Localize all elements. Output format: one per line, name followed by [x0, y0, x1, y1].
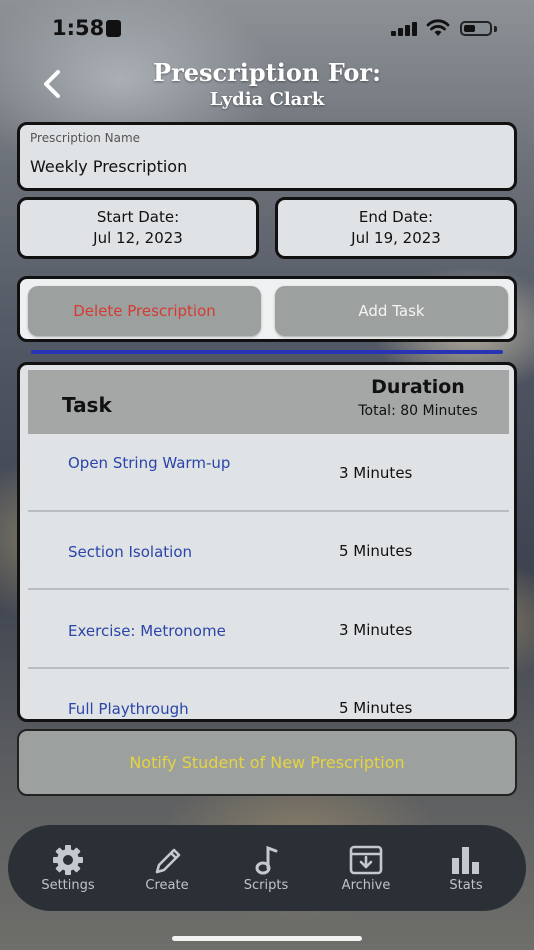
tab-bar: Settings Create Scripts Archive Stats	[8, 825, 526, 911]
table-row[interactable]: Full Playthrough 5 Minutes	[28, 669, 509, 719]
prescription-name-input[interactable]	[30, 157, 490, 176]
tab-stats[interactable]: Stats	[416, 825, 516, 911]
task-duration: 3 Minutes	[339, 464, 413, 482]
home-indicator[interactable]	[172, 936, 362, 941]
notify-student-button[interactable]: Notify Student of New Prescription	[17, 729, 517, 796]
start-date-value: Jul 12, 2023	[93, 229, 183, 247]
tab-scripts[interactable]: Scripts	[216, 825, 316, 911]
end-date-label: End Date:	[358, 208, 434, 226]
duration-column-header: Duration	[371, 376, 465, 398]
gear-icon	[53, 845, 83, 875]
music-note-icon	[255, 845, 278, 875]
tab-label: Scripts	[243, 878, 289, 893]
tab-label: Create	[145, 878, 189, 893]
prescription-name-field[interactable]: Prescription Name	[17, 122, 517, 191]
action-bar: Delete Prescription Add Task	[17, 276, 517, 342]
status-bar: 1:58	[0, 0, 534, 58]
table-row[interactable]: Exercise: Metronome 3 Minutes	[28, 591, 509, 669]
battery-cap	[494, 26, 497, 32]
table-row[interactable]: Section Isolation 5 Minutes	[28, 512, 509, 590]
delete-prescription-button[interactable]: Delete Prescription	[28, 286, 261, 336]
pencil-icon	[155, 848, 181, 874]
total-duration: Total: 80 Minutes	[358, 403, 478, 419]
rotation-lock-icon	[106, 20, 121, 37]
task-duration: 5 Minutes	[339, 542, 413, 560]
start-date-label: Start Date:	[96, 208, 180, 226]
task-duration: 3 Minutes	[339, 621, 413, 639]
tab-label: Settings	[41, 878, 95, 893]
table-header: Task Duration Total: 80 Minutes	[28, 370, 509, 434]
task-name[interactable]: Open String Warm-up	[68, 453, 258, 473]
tab-settings[interactable]: Settings	[18, 825, 118, 911]
status-time: 1:58	[52, 16, 105, 40]
end-date-value: Jul 19, 2023	[351, 229, 441, 247]
tab-create[interactable]: Create	[117, 825, 217, 911]
wifi-icon	[426, 19, 450, 36]
page-title: Prescription For:	[153, 58, 381, 87]
start-date-picker[interactable]: Start Date: Jul 12, 2023	[17, 197, 259, 259]
tab-label: Stats	[449, 878, 483, 893]
student-name: Lydia Clark	[209, 89, 325, 110]
archive-box-icon	[349, 845, 383, 875]
add-task-button[interactable]: Add Task	[275, 286, 508, 336]
cellular-signal-icon	[391, 22, 419, 36]
task-column-header: Task	[62, 393, 112, 417]
task-duration: 5 Minutes	[339, 699, 413, 717]
task-name[interactable]: Full Playthrough	[68, 699, 258, 719]
tab-label: Archive	[341, 878, 391, 893]
task-name[interactable]: Exercise: Metronome	[68, 621, 258, 641]
tab-archive[interactable]: Archive	[316, 825, 416, 911]
prescription-name-label: Prescription Name	[30, 131, 141, 145]
bar-chart-icon	[452, 847, 479, 874]
battery-icon	[460, 21, 492, 36]
task-name[interactable]: Section Isolation	[68, 542, 258, 562]
end-date-picker[interactable]: End Date: Jul 19, 2023	[275, 197, 517, 259]
table-row[interactable]: Open String Warm-up 3 Minutes	[28, 434, 509, 512]
task-table[interactable]: Task Duration Total: 80 Minutes Open Str…	[17, 362, 517, 722]
divider-line	[31, 350, 503, 354]
